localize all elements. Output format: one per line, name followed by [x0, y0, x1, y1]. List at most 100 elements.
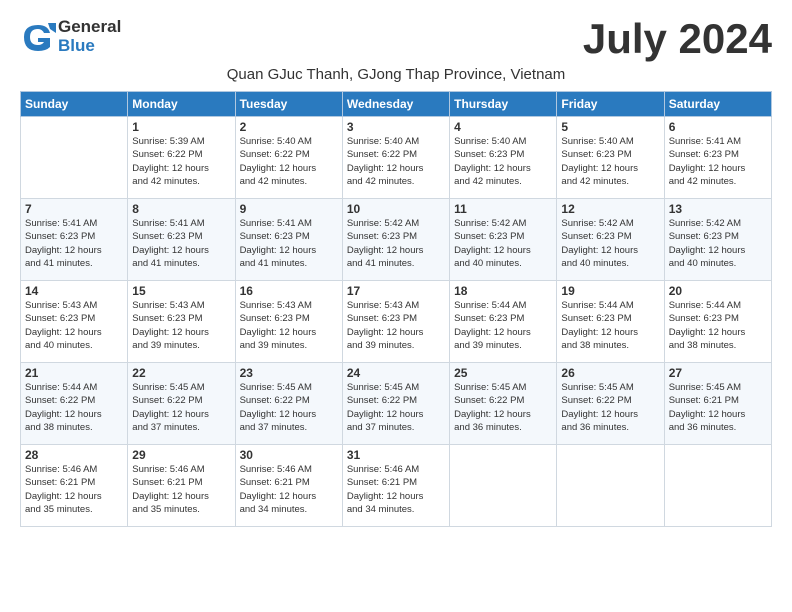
day-info: Sunrise: 5:44 AM Sunset: 6:23 PM Dayligh…	[669, 299, 767, 352]
day-number: 18	[454, 284, 552, 298]
calendar-cell: 5Sunrise: 5:40 AM Sunset: 6:23 PM Daylig…	[557, 117, 664, 199]
day-info: Sunrise: 5:42 AM Sunset: 6:23 PM Dayligh…	[454, 217, 552, 270]
week-row-4: 21Sunrise: 5:44 AM Sunset: 6:22 PM Dayli…	[21, 363, 772, 445]
calendar-cell: 4Sunrise: 5:40 AM Sunset: 6:23 PM Daylig…	[450, 117, 557, 199]
col-friday: Friday	[557, 92, 664, 117]
calendar-cell: 26Sunrise: 5:45 AM Sunset: 6:22 PM Dayli…	[557, 363, 664, 445]
day-number: 13	[669, 202, 767, 216]
day-info: Sunrise: 5:46 AM Sunset: 6:21 PM Dayligh…	[132, 463, 230, 516]
day-number: 29	[132, 448, 230, 462]
calendar-cell	[557, 445, 664, 527]
day-number: 25	[454, 366, 552, 380]
calendar-cell: 21Sunrise: 5:44 AM Sunset: 6:22 PM Dayli…	[21, 363, 128, 445]
calendar-cell: 15Sunrise: 5:43 AM Sunset: 6:23 PM Dayli…	[128, 281, 235, 363]
day-info: Sunrise: 5:41 AM Sunset: 6:23 PM Dayligh…	[240, 217, 338, 270]
day-info: Sunrise: 5:42 AM Sunset: 6:23 PM Dayligh…	[669, 217, 767, 270]
calendar-cell	[21, 117, 128, 199]
day-number: 19	[561, 284, 659, 298]
calendar-cell: 20Sunrise: 5:44 AM Sunset: 6:23 PM Dayli…	[664, 281, 771, 363]
day-number: 28	[25, 448, 123, 462]
day-info: Sunrise: 5:44 AM Sunset: 6:22 PM Dayligh…	[25, 381, 123, 434]
calendar-cell: 24Sunrise: 5:45 AM Sunset: 6:22 PM Dayli…	[342, 363, 449, 445]
day-number: 11	[454, 202, 552, 216]
subtitle: Quan GJuc Thanh, GJong Thap Province, Vi…	[20, 66, 772, 83]
calendar-cell	[450, 445, 557, 527]
day-number: 17	[347, 284, 445, 298]
day-info: Sunrise: 5:45 AM Sunset: 6:22 PM Dayligh…	[347, 381, 445, 434]
calendar-cell: 12Sunrise: 5:42 AM Sunset: 6:23 PM Dayli…	[557, 199, 664, 281]
calendar-cell: 30Sunrise: 5:46 AM Sunset: 6:21 PM Dayli…	[235, 445, 342, 527]
calendar-cell: 27Sunrise: 5:45 AM Sunset: 6:21 PM Dayli…	[664, 363, 771, 445]
day-number: 27	[669, 366, 767, 380]
day-info: Sunrise: 5:41 AM Sunset: 6:23 PM Dayligh…	[669, 135, 767, 188]
col-saturday: Saturday	[664, 92, 771, 117]
day-info: Sunrise: 5:44 AM Sunset: 6:23 PM Dayligh…	[454, 299, 552, 352]
calendar-cell	[664, 445, 771, 527]
day-number: 22	[132, 366, 230, 380]
calendar-cell: 19Sunrise: 5:44 AM Sunset: 6:23 PM Dayli…	[557, 281, 664, 363]
day-info: Sunrise: 5:40 AM Sunset: 6:23 PM Dayligh…	[561, 135, 659, 188]
week-row-5: 28Sunrise: 5:46 AM Sunset: 6:21 PM Dayli…	[21, 445, 772, 527]
day-info: Sunrise: 5:46 AM Sunset: 6:21 PM Dayligh…	[347, 463, 445, 516]
logo-text: General Blue	[58, 18, 121, 55]
col-thursday: Thursday	[450, 92, 557, 117]
day-info: Sunrise: 5:45 AM Sunset: 6:22 PM Dayligh…	[132, 381, 230, 434]
calendar-cell: 29Sunrise: 5:46 AM Sunset: 6:21 PM Dayli…	[128, 445, 235, 527]
calendar-cell: 25Sunrise: 5:45 AM Sunset: 6:22 PM Dayli…	[450, 363, 557, 445]
day-info: Sunrise: 5:40 AM Sunset: 6:22 PM Dayligh…	[240, 135, 338, 188]
day-number: 1	[132, 120, 230, 134]
logo-icon	[20, 19, 56, 55]
calendar-cell: 7Sunrise: 5:41 AM Sunset: 6:23 PM Daylig…	[21, 199, 128, 281]
calendar-cell: 10Sunrise: 5:42 AM Sunset: 6:23 PM Dayli…	[342, 199, 449, 281]
calendar-cell: 16Sunrise: 5:43 AM Sunset: 6:23 PM Dayli…	[235, 281, 342, 363]
day-info: Sunrise: 5:43 AM Sunset: 6:23 PM Dayligh…	[347, 299, 445, 352]
col-tuesday: Tuesday	[235, 92, 342, 117]
calendar-cell: 31Sunrise: 5:46 AM Sunset: 6:21 PM Dayli…	[342, 445, 449, 527]
day-number: 23	[240, 366, 338, 380]
day-info: Sunrise: 5:45 AM Sunset: 6:22 PM Dayligh…	[561, 381, 659, 434]
calendar-cell: 6Sunrise: 5:41 AM Sunset: 6:23 PM Daylig…	[664, 117, 771, 199]
day-number: 26	[561, 366, 659, 380]
calendar-cell: 14Sunrise: 5:43 AM Sunset: 6:23 PM Dayli…	[21, 281, 128, 363]
calendar-cell: 2Sunrise: 5:40 AM Sunset: 6:22 PM Daylig…	[235, 117, 342, 199]
day-number: 14	[25, 284, 123, 298]
month-title: July 2024	[583, 18, 772, 60]
calendar-cell: 23Sunrise: 5:45 AM Sunset: 6:22 PM Dayli…	[235, 363, 342, 445]
col-monday: Monday	[128, 92, 235, 117]
day-info: Sunrise: 5:45 AM Sunset: 6:22 PM Dayligh…	[454, 381, 552, 434]
day-info: Sunrise: 5:45 AM Sunset: 6:22 PM Dayligh…	[240, 381, 338, 434]
day-number: 3	[347, 120, 445, 134]
calendar-cell: 1Sunrise: 5:39 AM Sunset: 6:22 PM Daylig…	[128, 117, 235, 199]
calendar-cell: 3Sunrise: 5:40 AM Sunset: 6:22 PM Daylig…	[342, 117, 449, 199]
calendar-cell: 11Sunrise: 5:42 AM Sunset: 6:23 PM Dayli…	[450, 199, 557, 281]
logo-general-text: General	[58, 18, 121, 37]
week-row-3: 14Sunrise: 5:43 AM Sunset: 6:23 PM Dayli…	[21, 281, 772, 363]
day-info: Sunrise: 5:40 AM Sunset: 6:23 PM Dayligh…	[454, 135, 552, 188]
day-info: Sunrise: 5:46 AM Sunset: 6:21 PM Dayligh…	[25, 463, 123, 516]
logo-blue-text: Blue	[58, 37, 121, 56]
day-info: Sunrise: 5:43 AM Sunset: 6:23 PM Dayligh…	[240, 299, 338, 352]
calendar-cell: 9Sunrise: 5:41 AM Sunset: 6:23 PM Daylig…	[235, 199, 342, 281]
day-number: 4	[454, 120, 552, 134]
day-number: 20	[669, 284, 767, 298]
day-number: 21	[25, 366, 123, 380]
day-number: 2	[240, 120, 338, 134]
header: General Blue July 2024	[20, 18, 772, 60]
week-row-1: 1Sunrise: 5:39 AM Sunset: 6:22 PM Daylig…	[21, 117, 772, 199]
day-number: 10	[347, 202, 445, 216]
calendar-cell: 18Sunrise: 5:44 AM Sunset: 6:23 PM Dayli…	[450, 281, 557, 363]
calendar-cell: 28Sunrise: 5:46 AM Sunset: 6:21 PM Dayli…	[21, 445, 128, 527]
day-info: Sunrise: 5:40 AM Sunset: 6:22 PM Dayligh…	[347, 135, 445, 188]
day-number: 8	[132, 202, 230, 216]
day-number: 15	[132, 284, 230, 298]
header-row: Sunday Monday Tuesday Wednesday Thursday…	[21, 92, 772, 117]
day-number: 9	[240, 202, 338, 216]
day-number: 7	[25, 202, 123, 216]
col-wednesday: Wednesday	[342, 92, 449, 117]
day-number: 31	[347, 448, 445, 462]
day-info: Sunrise: 5:43 AM Sunset: 6:23 PM Dayligh…	[25, 299, 123, 352]
calendar-cell: 17Sunrise: 5:43 AM Sunset: 6:23 PM Dayli…	[342, 281, 449, 363]
calendar-cell: 22Sunrise: 5:45 AM Sunset: 6:22 PM Dayli…	[128, 363, 235, 445]
day-number: 12	[561, 202, 659, 216]
day-number: 5	[561, 120, 659, 134]
